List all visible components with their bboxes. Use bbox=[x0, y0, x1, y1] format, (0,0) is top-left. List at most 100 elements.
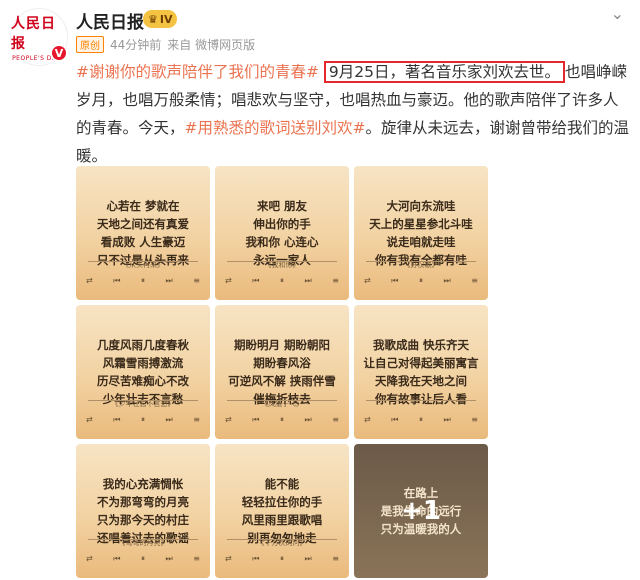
next-icon: ⏭ bbox=[443, 415, 451, 424]
pause-icon: ⏸ bbox=[280, 415, 284, 424]
original-tag: 原创 bbox=[76, 36, 104, 53]
lyric-line: 风里雨里跟歌唱 bbox=[241, 513, 323, 527]
lyric-image-tile[interactable]: 期盼明月 期盼朝阳 期盼春风浴 可逆风不解 挟雨伴雪 催梅折枝去 《凤凰于飞》 ⇄ ⏮ ⏸ ⏭ ≡ bbox=[215, 305, 349, 439]
image-grid: 心若在 梦就在 天地之间还有真爱 看成败 人生豪迈 只不过是从头再来 《从头再来》 ⇄ ⏮ ⏸… bbox=[76, 166, 488, 578]
lyric-line: 期盼春风浴 bbox=[253, 356, 311, 370]
previous-icon: ⏮ bbox=[391, 276, 399, 285]
previous-icon: ⏮ bbox=[252, 415, 260, 424]
lyric-line: 天上的星星参北斗哇 bbox=[369, 217, 473, 231]
next-icon: ⏭ bbox=[443, 276, 451, 285]
shuffle-icon: ⇄ bbox=[86, 415, 93, 424]
pause-icon: ⏸ bbox=[280, 554, 284, 563]
post-time[interactable]: 44分钟前 bbox=[110, 36, 161, 53]
lyric-line: 轻轻拉住你的手 bbox=[241, 495, 323, 509]
progress-bar bbox=[366, 400, 476, 401]
topic-link[interactable]: #谢谢你的歌声陪伴了我们的青春# bbox=[76, 63, 319, 81]
lyric-text: 能不能 轻轻拉住你的手 风里雨里跟歌唱 别再匆匆地走 bbox=[242, 475, 323, 547]
lyric-line: 几度风雨几度春秋 bbox=[97, 338, 189, 352]
shuffle-icon: ⇄ bbox=[86, 554, 93, 563]
previous-icon: ⏮ bbox=[113, 554, 121, 563]
pause-icon: ⏸ bbox=[419, 276, 423, 285]
pause-icon: ⏸ bbox=[419, 415, 423, 424]
previous-icon: ⏮ bbox=[391, 415, 399, 424]
progress-bar bbox=[88, 400, 198, 401]
playlist-icon: ≡ bbox=[471, 415, 478, 424]
crown-icon[interactable]: ♛ IV bbox=[143, 10, 178, 28]
previous-icon: ⏮ bbox=[252, 554, 260, 563]
lyric-line: 心若在 梦就在 bbox=[106, 199, 180, 213]
shuffle-icon: ⇄ bbox=[364, 276, 371, 285]
lyric-text: 心若在 梦就在 天地之间还有真爱 看成败 人生豪迈 只不过是从头再来 bbox=[97, 197, 189, 269]
lyric-line: 让自己对得起美丽寓言 bbox=[363, 356, 479, 370]
next-icon: ⏭ bbox=[165, 554, 173, 563]
shuffle-icon: ⇄ bbox=[225, 276, 232, 285]
topic-link-2[interactable]: #用熟悉的歌词送别刘欢# bbox=[185, 119, 366, 137]
next-icon: ⏭ bbox=[165, 276, 173, 285]
previous-icon: ⏮ bbox=[113, 415, 121, 424]
player-controls: ⇄ ⏮ ⏸ ⏭ ≡ bbox=[225, 554, 339, 564]
progress-bar bbox=[227, 400, 337, 401]
progress-bar bbox=[227, 261, 337, 262]
member-level: IV bbox=[159, 12, 173, 26]
lyric-image-tile[interactable]: 在路上 是我生命的远行 只为温暖我的人 +1 bbox=[354, 444, 488, 578]
chevron-down-icon[interactable]: ⌄ bbox=[611, 4, 624, 23]
lyric-text: 几度风雨几度春秋 风霜雪雨搏激流 历尽苦难痴心不改 少年壮志不言愁 bbox=[97, 336, 189, 408]
lyric-image-tile[interactable]: 能不能 轻轻拉住你的手 风里雨里跟歌唱 别再匆匆地走 《千万次的问》 ⇄ ⏮ ⏸ ⏭ ≡ bbox=[215, 444, 349, 578]
playlist-icon: ≡ bbox=[193, 554, 200, 563]
playlist-icon: ≡ bbox=[332, 415, 339, 424]
lyric-line: 说走咱就走哇 bbox=[386, 235, 456, 249]
lyric-line: 历尽苦难痴心不改 bbox=[97, 374, 189, 388]
progress-bar bbox=[366, 261, 476, 262]
previous-icon: ⏮ bbox=[113, 276, 121, 285]
lyric-image-tile[interactable]: 我的心充满惆怅 不为那弯弯的月亮 只为那今天的村庄 还唱着过去的歌谣 《弯弯的月亮》 ⇄ ⏮… bbox=[76, 444, 210, 578]
lyric-line: 来吧 朋友 bbox=[256, 199, 307, 213]
lyric-text: 来吧 朋友 伸出你的手 我和你 心连心 永远一家人 bbox=[245, 197, 318, 269]
lyric-line: 我的心充满惆怅 bbox=[102, 477, 184, 491]
progress-bar bbox=[227, 539, 337, 540]
highlighted-sentence: 9月25日，著名音乐家刘欢去世。 bbox=[323, 61, 566, 83]
playlist-icon: ≡ bbox=[332, 276, 339, 285]
previous-icon: ⏮ bbox=[252, 276, 260, 285]
post-source: 来自 微博网页版 bbox=[167, 38, 256, 52]
more-images-count: +1 bbox=[401, 496, 441, 526]
lyric-line: 你有故事让后人看 bbox=[375, 392, 467, 406]
player-controls: ⇄ ⏮ ⏸ ⏭ ≡ bbox=[86, 554, 200, 564]
lyric-line: 我和你 心连心 bbox=[245, 235, 319, 249]
lyric-line: 能不能 bbox=[264, 477, 300, 491]
player-controls: ⇄ ⏮ ⏸ ⏭ ≡ bbox=[86, 415, 200, 425]
lyric-line: 大河向东流哇 bbox=[386, 199, 456, 213]
lyric-text: 我歌成曲 快乐齐天 让自己对得起美丽寓言 天降我在天地之间 你有故事让后人看 bbox=[364, 336, 479, 408]
player-controls: ⇄ ⏮ ⏸ ⏭ ≡ bbox=[225, 415, 339, 425]
progress-bar bbox=[88, 539, 198, 540]
lyric-image-tile[interactable]: 几度风雨几度春秋 风霜雪雨搏激流 历尽苦难痴心不改 少年壮志不言愁 《少年壮志不言愁》 ⇄… bbox=[76, 305, 210, 439]
shuffle-icon: ⇄ bbox=[86, 276, 93, 285]
lyric-line: 可逆风不解 挟雨伴雪 bbox=[228, 374, 336, 388]
lyric-line: 天地之间还有真爱 bbox=[97, 217, 189, 231]
lyric-line: 天降我在天地之间 bbox=[375, 374, 467, 388]
shuffle-icon: ⇄ bbox=[225, 415, 232, 424]
progress-bar bbox=[88, 261, 198, 262]
lyric-image-tile[interactable]: 心若在 梦就在 天地之间还有真爱 看成败 人生豪迈 只不过是从头再来 《从头再来》 ⇄ ⏮ ⏸… bbox=[76, 166, 210, 300]
playlist-icon: ≡ bbox=[471, 276, 478, 285]
post-body: #谢谢你的歌声陪伴了我们的青春# 9月25日，著名音乐家刘欢去世。 也唱峥嵘岁月，… bbox=[76, 58, 632, 170]
crown-glyph-icon: ♛ bbox=[148, 12, 158, 26]
pause-icon: ⏸ bbox=[141, 554, 145, 563]
next-icon: ⏭ bbox=[304, 554, 312, 563]
playlist-icon: ≡ bbox=[332, 554, 339, 563]
player-controls: ⇄ ⏮ ⏸ ⏭ ≡ bbox=[364, 276, 478, 286]
lyric-image-tile[interactable]: 我歌成曲 快乐齐天 让自己对得起美丽寓言 天降我在天地之间 你有故事让后人看 ⇄ ⏮ ⏸ ⏭ ≡ bbox=[354, 305, 488, 439]
pause-icon: ⏸ bbox=[280, 276, 284, 285]
pause-icon: ⏸ bbox=[141, 415, 145, 424]
lyric-line: 不为那弯弯的月亮 bbox=[97, 495, 189, 509]
account-name[interactable]: 人民日报 bbox=[76, 8, 144, 33]
next-icon: ⏭ bbox=[304, 276, 312, 285]
lyric-text: 期盼明月 期盼朝阳 期盼春风浴 可逆风不解 挟雨伴雪 催梅折枝去 bbox=[228, 336, 336, 408]
shuffle-icon: ⇄ bbox=[364, 415, 371, 424]
lyric-image-tile[interactable]: 来吧 朋友 伸出你的手 我和你 心连心 永远一家人 《我和你》 ⇄ ⏮ ⏸ ⏭ ≡ bbox=[215, 166, 349, 300]
playlist-icon: ≡ bbox=[193, 276, 200, 285]
verified-badge-icon: V bbox=[50, 44, 68, 62]
player-controls: ⇄ ⏮ ⏸ ⏭ ≡ bbox=[364, 415, 478, 425]
lyric-image-tile[interactable]: 大河向东流哇 天上的星星参北斗哇 说走咱就走哇 你有我有全都有哇 《好汉歌》 ⇄ ⏮ ⏸ ⏭ ≡ bbox=[354, 166, 488, 300]
shuffle-icon: ⇄ bbox=[225, 554, 232, 563]
lyric-line: 伸出你的手 bbox=[253, 217, 311, 231]
